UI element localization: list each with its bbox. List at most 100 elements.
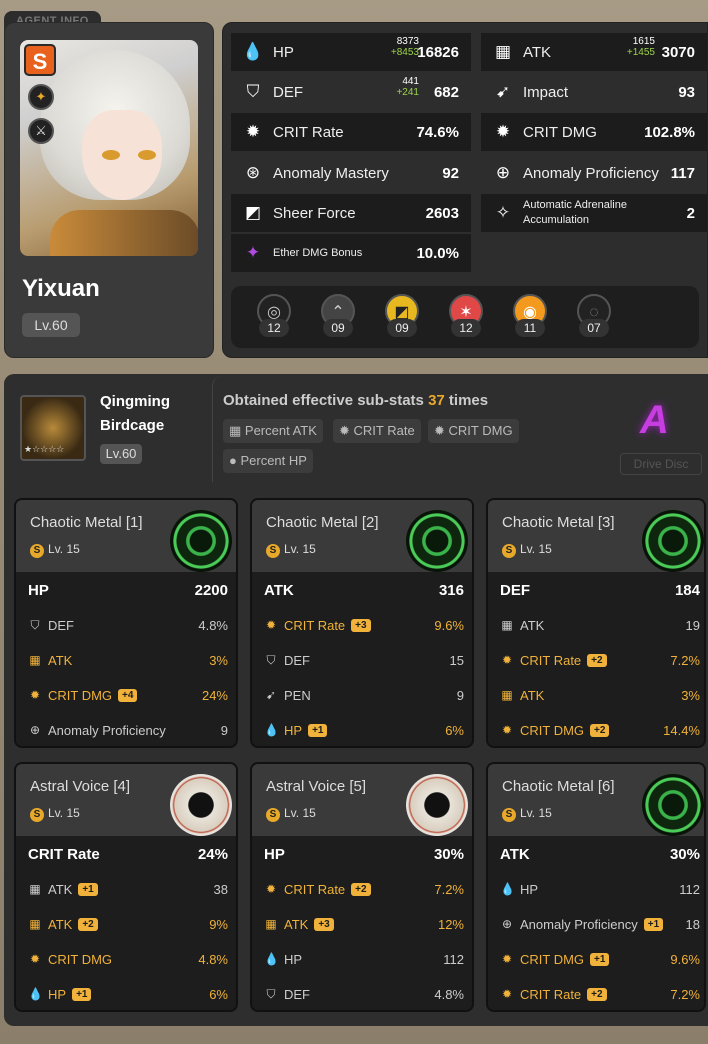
disc-sub-stat: ✹ CRIT Rate +3 9.6% (252, 608, 472, 642)
atk-icon: ▦ (501, 688, 513, 702)
disc-sub-stat: ✹ CRIT DMG +2 14.4% (488, 713, 704, 746)
hp-icon: 💧 (500, 882, 515, 896)
drive-disc-card[interactable]: Chaotic Metal [1] S Lv. 15 HP 2200 ⛉ DEF 4.8% ▦ A… (14, 498, 238, 748)
disc-header: Astral Voice [5] S Lv. 15 (252, 764, 472, 836)
def-icon: ⛉ (266, 986, 276, 1001)
stat-row: 💧 HP 16826 8373 +8453 (231, 33, 471, 71)
disc-name: Astral Voice [4] (30, 778, 131, 795)
def-icon: ⛉ (266, 652, 276, 667)
sub-stat-value: 4.8% (434, 986, 464, 1002)
drive-disc-card[interactable]: Astral Voice [4] S Lv. 15 CRIT Rate 24% ▦ ATK +… (14, 762, 238, 1012)
disc-sub-stat: ⛉ DEF 4.8% (252, 977, 472, 1010)
disc-main-stat: HP 30% (252, 836, 472, 872)
drive-disc-card[interactable]: Chaotic Metal [3] S Lv. 15 DEF 184 ▦ ATK 19 ✹ CRI… (486, 498, 706, 748)
sub-stat-label: CRIT Rate (520, 652, 582, 668)
def-icon: ⛉ (246, 82, 260, 101)
atk-icon: ▦ (29, 882, 41, 896)
sub-stat-value: 9 (456, 687, 464, 703)
ether-dmg-icon: ✦ (245, 243, 261, 262)
roll-count-badge: +2 (351, 882, 371, 896)
specialty-icon: ⚔ (28, 118, 54, 144)
atk-icon: ▦ (29, 653, 41, 667)
tag-label: CRIT Rate (353, 423, 415, 438)
sub-stat-label: CRIT Rate (284, 881, 346, 897)
roll-count-badge: +3 (351, 618, 371, 632)
disc-name: Chaotic Metal [3] (502, 514, 615, 531)
skill-level: 11 (515, 319, 545, 337)
stat-value: 2603 (425, 204, 459, 222)
portrait-eye (102, 150, 120, 160)
adrenaline-icon: ✧ (495, 203, 511, 222)
roll-count-badge: +1 (72, 987, 92, 1001)
wengine-level: Lv.60 (100, 444, 142, 464)
stats-panel: 💧 HP 16826 8373 +8453 ▦ ATK 3070 1615 +1455 ⛉ DEF 68… (222, 22, 708, 358)
sub-stat-label: HP (48, 986, 67, 1002)
sub-stat-value: 4.8% (198, 951, 228, 967)
disc-header: Chaotic Metal [2] S Lv. 15 (252, 500, 472, 572)
crit-dmg-icon: ✹ (501, 952, 513, 966)
tag-label: CRIT DMG (448, 423, 513, 438)
roll-count-badge: +1 (308, 723, 328, 737)
drive-disc-card[interactable]: Chaotic Metal [2] S Lv. 15 ATK 316 ✹ CRIT Rate… (250, 498, 474, 748)
stat-bonus: +241 (396, 87, 419, 98)
chaotic-metal-set-icon (642, 774, 704, 836)
disc-main-stat: CRIT Rate 24% (16, 836, 236, 872)
chaotic-metal-set-icon (170, 510, 232, 572)
disc-header: Chaotic Metal [6] S Lv. 15 (488, 764, 704, 836)
roll-count-badge: +1 (590, 952, 610, 966)
skill-level: 09 (387, 319, 417, 337)
roll-count-badge: +3 (314, 917, 334, 931)
chaotic-metal-set-icon (406, 510, 468, 572)
disc-sub-stat: ▦ ATK 3% (16, 643, 236, 677)
disc-main-stat: ATK 30% (488, 836, 704, 872)
stat-bonus: +1455 (626, 47, 655, 58)
disc-sub-stat: 💧 HP +1 6% (252, 713, 472, 746)
disc-header: Chaotic Metal [1] S Lv. 15 (16, 500, 236, 572)
stat-base: 1615 (632, 36, 655, 47)
summary-suffix: times (448, 392, 489, 409)
main-stat-label: DEF (500, 581, 530, 599)
drive-disc-card[interactable]: Astral Voice [5] S Lv. 15 HP 30% ✹ CRIT Rate +2… (250, 762, 474, 1012)
stat-row: ⛉ DEF 682 441 +241 (231, 73, 471, 111)
agent-name: Yixuan (22, 275, 100, 302)
disc-sub-stat: ▦ ATK +2 9% (16, 907, 236, 941)
disc-sub-stat: ✹ CRIT Rate +2 7.2% (252, 872, 472, 906)
sub-stat-value: 3% (209, 652, 228, 668)
drive-disc-card[interactable]: Chaotic Metal [6] S Lv. 15 ATK 30% 💧 HP 112 ⊕ Ano… (486, 762, 706, 1012)
agent-level: Lv.60 (22, 313, 80, 337)
sub-stat-value: 4.8% (198, 617, 228, 633)
roll-count-badge: +2 (590, 723, 610, 737)
stat-value: 93 (678, 83, 695, 101)
atk-icon: ▦ (265, 917, 277, 931)
sub-stat-label: CRIT DMG (48, 951, 113, 967)
stat-value: 16826 (417, 43, 459, 61)
sub-stat-label: ATK (284, 916, 309, 932)
level-coin-icon: S (30, 544, 44, 558)
disc-name: Astral Voice [5] (266, 778, 367, 795)
tag-percent-hp: ● Percent HP (223, 449, 313, 473)
sub-stat-value: 14.4% (663, 722, 700, 738)
drive-disc-button[interactable]: Drive Disc (620, 453, 702, 475)
main-stat-value: 30% (433, 845, 464, 863)
stat-label: Impact (523, 83, 569, 101)
disc-sub-stat: ▦ ATK 19 (488, 608, 704, 642)
stat-value: 74.6% (416, 123, 459, 141)
main-stat-value: 316 (438, 581, 464, 599)
stat-breakdown: 8373 +8453 (391, 36, 419, 58)
crit-rate-icon: ✹ (501, 987, 513, 1001)
sub-stat-label: Anomaly Proficiency (520, 916, 638, 932)
impact-icon: ➹ (495, 82, 511, 101)
disc-sub-stat: ▦ ATK +1 38 (16, 872, 236, 906)
summary-prefix: Obtained effective sub-stats (223, 392, 424, 409)
level-coin-icon: S (30, 808, 44, 822)
disc-sub-stat: ⊕ Anomaly Proficiency 9 (16, 713, 236, 746)
stat-value: 3070 (661, 43, 695, 61)
anomaly-proficiency-icon: ⊕ (495, 163, 511, 182)
anomaly-proficiency-icon: ⊕ (29, 723, 41, 737)
sub-stat-value: 9.6% (670, 951, 700, 967)
sub-stat-label: Anomaly Proficiency (48, 722, 166, 738)
sub-stat-label: HP (284, 722, 303, 738)
roll-count-badge: +2 (587, 653, 607, 667)
tag-label: Percent HP (240, 453, 307, 468)
disc-sub-stat: ✹ CRIT DMG 4.8% (16, 942, 236, 976)
